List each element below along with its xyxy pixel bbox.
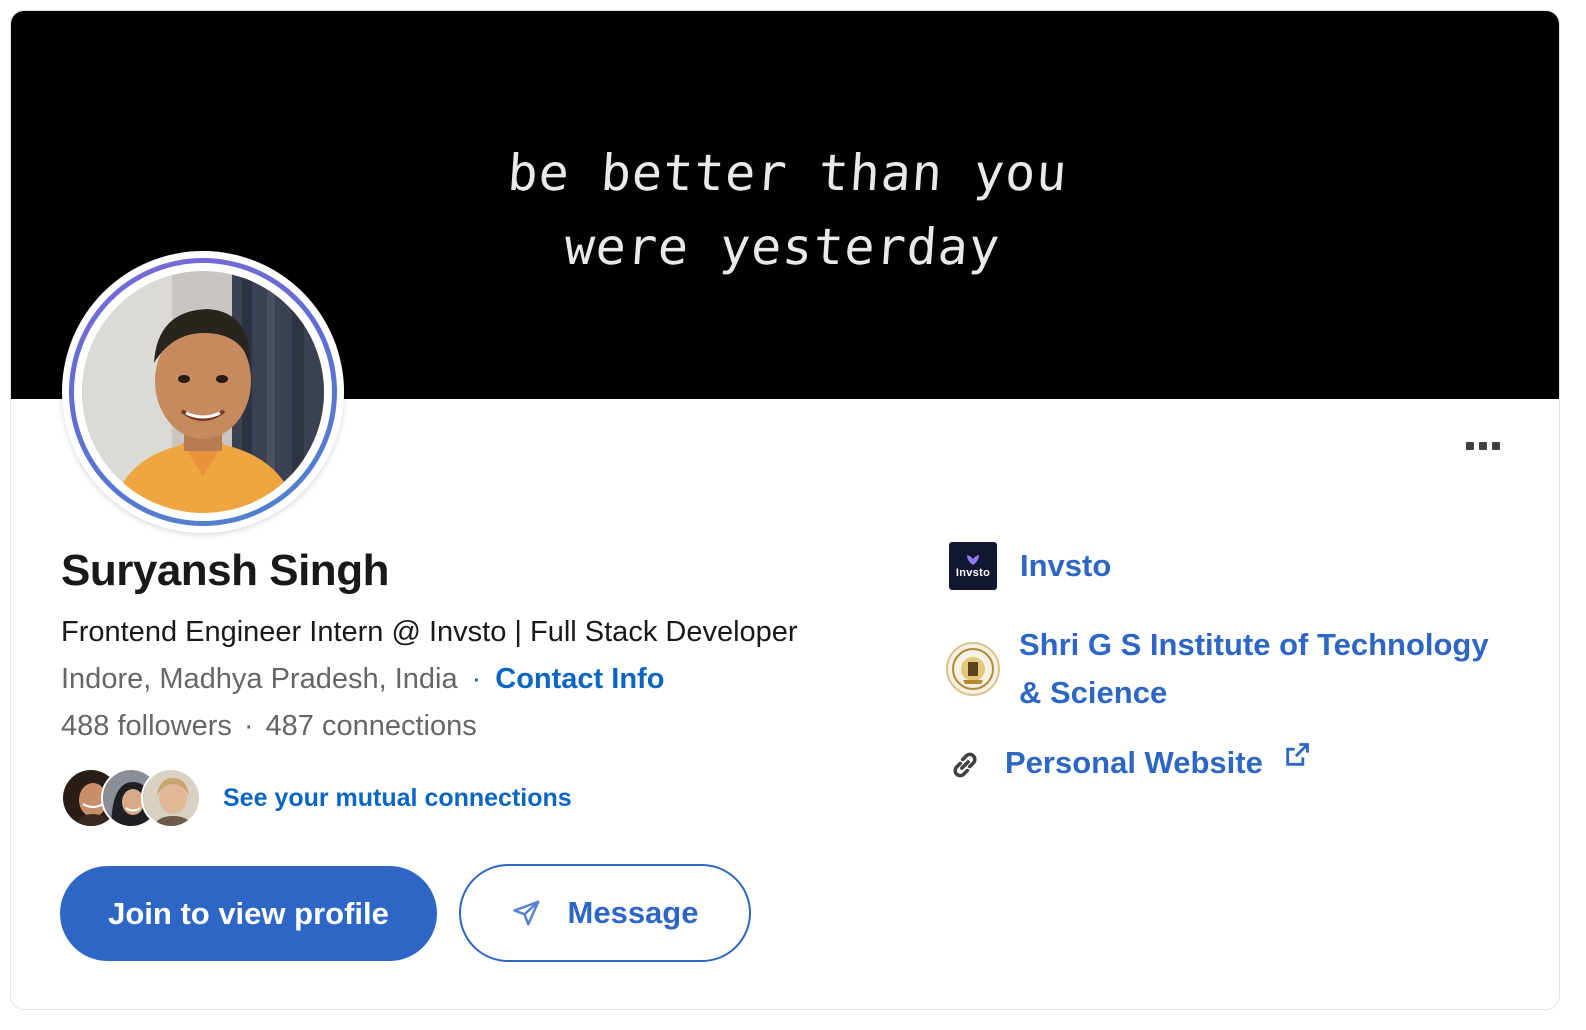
mutual-connections-link[interactable]: See your mutual connections <box>223 784 572 813</box>
external-link-icon <box>1286 743 1309 766</box>
connections-count: 487 connections <box>265 710 477 742</box>
school-link[interactable]: Shri G S Institute of Technology & Scien… <box>1019 621 1509 717</box>
avatar-photo <box>82 271 324 513</box>
message-button[interactable]: Message <box>459 864 751 962</box>
school-logo <box>946 642 1000 696</box>
mutual-connections[interactable]: See your mutual connections <box>61 767 572 829</box>
personal-website[interactable]: Personal Website <box>946 739 1311 787</box>
profile-avatar[interactable] <box>62 251 344 533</box>
stats-separator: · <box>243 710 254 742</box>
followers-count: 488 followers <box>61 710 232 742</box>
current-company[interactable]: Invsto Invsto <box>949 542 1111 590</box>
message-label: Message <box>567 895 699 930</box>
education-school[interactable]: Shri G S Institute of Technology & Scien… <box>946 621 1509 717</box>
more-options-button[interactable] <box>1459 431 1507 461</box>
mutual-avatar <box>141 768 201 828</box>
send-icon <box>512 900 540 926</box>
join-to-view-profile-button[interactable]: Join to view profile <box>60 866 437 961</box>
more-icon <box>1466 442 1474 450</box>
location-line: Indore, Madhya Pradesh, India · Contact In… <box>61 663 664 696</box>
profile-name: Suryansh Singh <box>61 546 389 595</box>
stats-line: 488 followers · 487 connections <box>61 710 477 743</box>
contact-info-link[interactable]: Contact Info <box>495 663 664 695</box>
profile-headline: Frontend Engineer Intern @ Invsto | Full… <box>61 616 798 648</box>
invsto-logo-text: Invsto <box>955 567 991 579</box>
invsto-logo: Invsto <box>949 542 997 590</box>
banner-quote-line-1: be better than you <box>505 144 1070 202</box>
link-icon <box>953 752 977 778</box>
invsto-logo-icon <box>967 555 979 565</box>
location-separator: · <box>471 663 482 695</box>
company-link[interactable]: Invsto <box>1020 542 1111 590</box>
profile-location: Indore, Madhya Pradesh, India <box>61 663 458 695</box>
personal-website-link[interactable]: Personal Website <box>1005 739 1263 787</box>
profile-card: be better than you were yesterday Suryan… <box>10 10 1560 1010</box>
